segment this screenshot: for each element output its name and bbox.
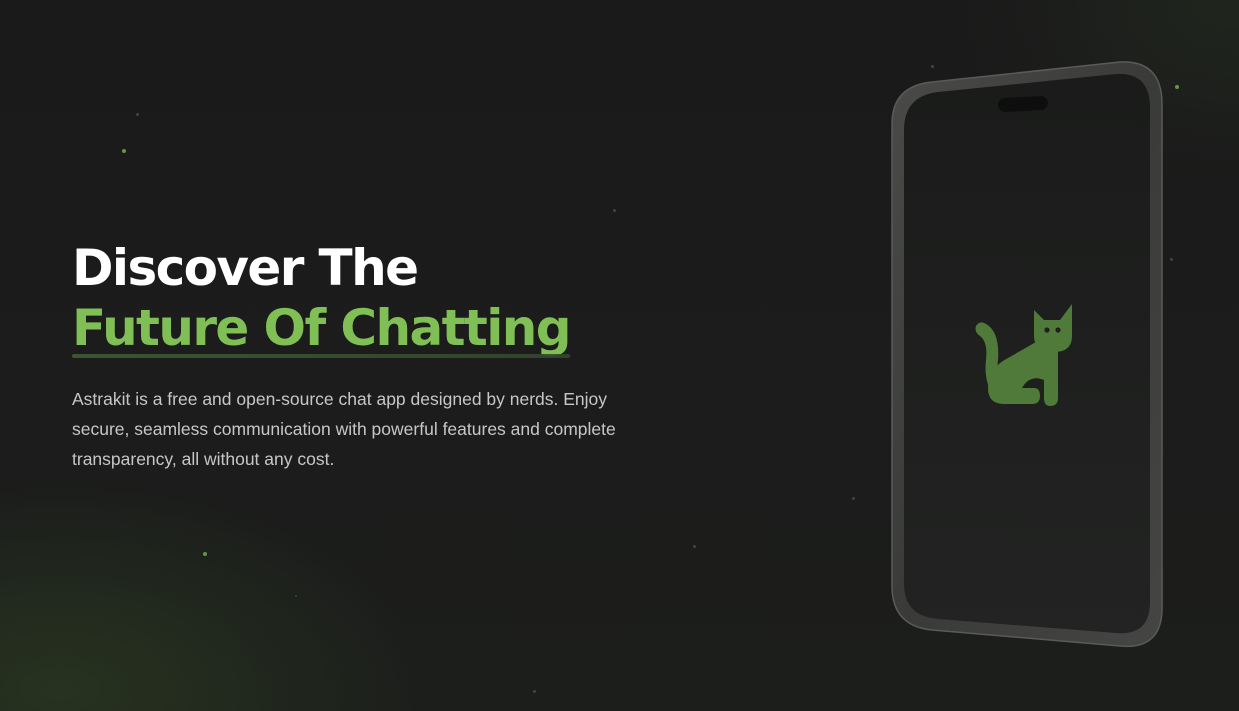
- hero-headline: Discover The Future Of Chatting: [72, 238, 672, 358]
- phone-notch: [998, 96, 1048, 112]
- particle-dot: [203, 552, 207, 556]
- particle-dot: [122, 149, 126, 153]
- particle-dot: [295, 595, 297, 597]
- particle-dot: [1170, 258, 1173, 261]
- particle-dot: [533, 690, 536, 693]
- headline-line-1: Discover The: [72, 239, 419, 297]
- cat-icon: [975, 304, 1072, 406]
- hero-section: Discover The Future Of Chatting Astrakit…: [72, 238, 672, 474]
- particle-dot: [136, 113, 139, 116]
- hero-page: Discover The Future Of Chatting Astrakit…: [0, 0, 1239, 711]
- phone-mockup: [890, 60, 1168, 652]
- headline-line-2-accent: Future Of Chatting: [72, 299, 572, 358]
- hero-description: Astrakit is a free and open-source chat …: [72, 389, 616, 469]
- particle-dot: [852, 497, 855, 500]
- particle-dot: [693, 545, 696, 548]
- particle-dot: [613, 209, 616, 212]
- particle-dot: [1175, 85, 1179, 89]
